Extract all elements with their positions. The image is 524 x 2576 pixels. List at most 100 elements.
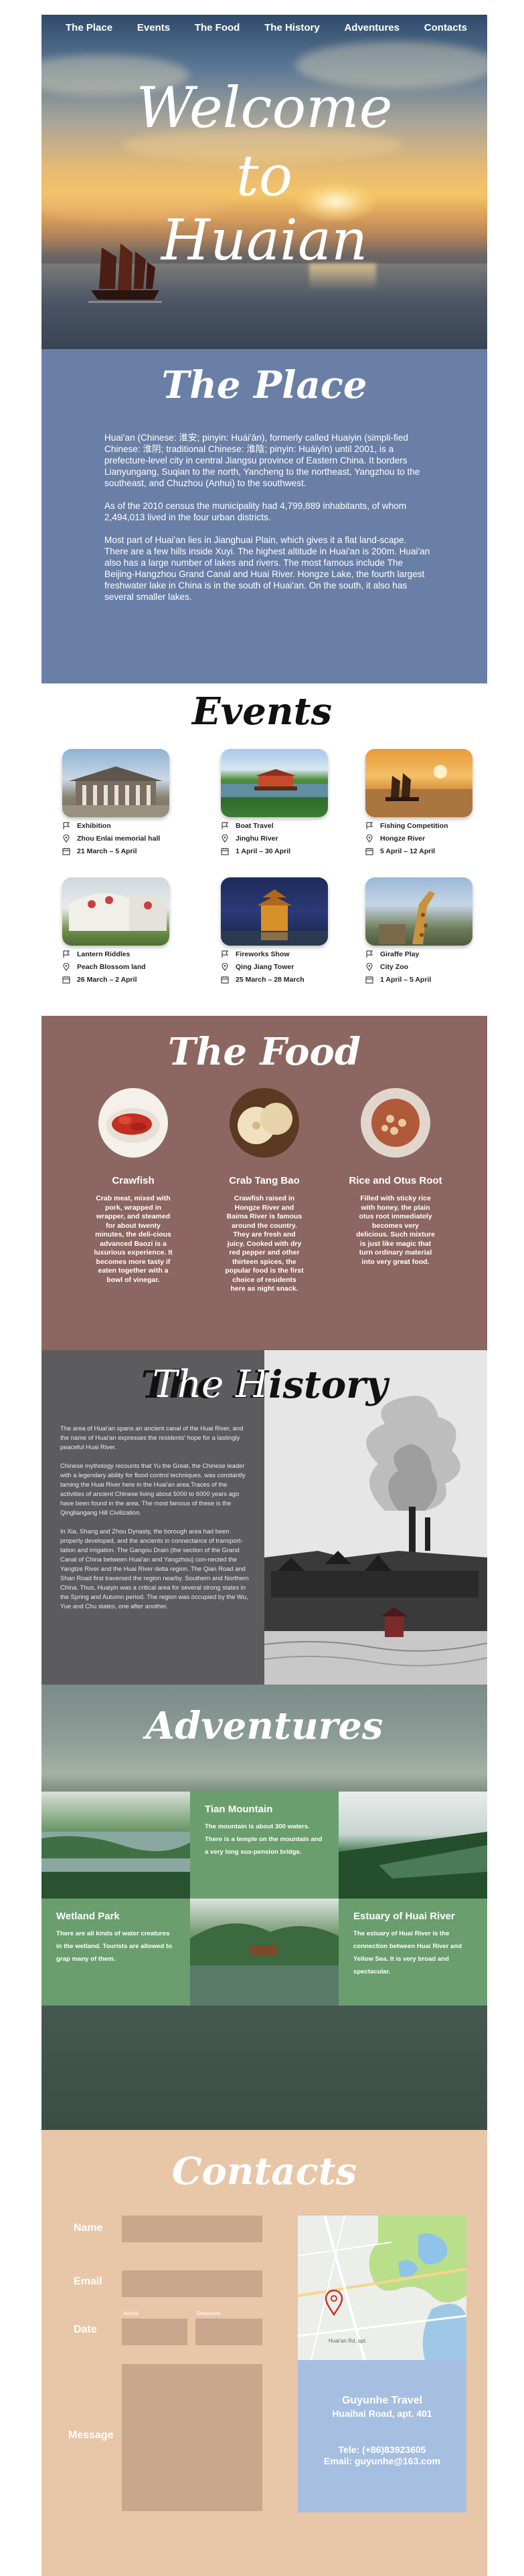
adventure-photo-estuary [339, 1792, 487, 1899]
location-pin-icon [366, 834, 373, 843]
the-place-text: Huai'an (Chinese: 淮安; pinyin: Huái'ān), … [104, 432, 432, 614]
event-place: Hongze River [380, 834, 426, 843]
arrival-date-input[interactable] [122, 2319, 187, 2345]
name-input[interactable] [122, 2216, 262, 2242]
event-card[interactable]: Lantern Riddles Peach Blossom land 26 Ma… [62, 877, 169, 984]
event-place-row: City Zoo [365, 962, 472, 971]
arrival-label: Arrival [123, 2311, 139, 2317]
events-title: Events [192, 689, 332, 734]
event-place: Peach Blossom land [77, 962, 146, 971]
departure-label: Departure [197, 2311, 221, 2317]
nav-item-the-food[interactable]: The Food [195, 22, 240, 33]
event-date: 21 March – 5 April [77, 847, 137, 855]
the-food-title: The Food [167, 1030, 361, 1074]
adventure-photo-wetland-lake [41, 1792, 190, 1899]
email-input[interactable] [122, 2270, 262, 2297]
departure-date-input[interactable] [195, 2319, 262, 2345]
company-email[interactable]: Email: guyunhe@163.com [298, 2456, 466, 2466]
junk-boat-illustration [88, 243, 162, 303]
adventure-tile-wetland-park[interactable]: Wetland Park There are all kinds of wate… [41, 1899, 190, 2006]
adventure-tile-estuary-of-huai-river[interactable]: Estuary of Huai River The estuary of Hua… [339, 1899, 487, 2006]
event-place: Zhou Enlai memorial hall [77, 834, 161, 843]
nav-item-the-history[interactable]: The History [264, 22, 320, 33]
the-history-section: The History The History The area of Huai… [41, 1350, 487, 1685]
the-place-section: The Place Huai'an (Chinese: 淮安; pinyin: … [41, 349, 487, 683]
the-history-paragraph: In Xia, Shang and Zhou Dynasty, the boro… [60, 1527, 249, 1610]
page: The Place Events The Food The History Ad… [0, 0, 524, 2576]
the-place-paragraph: Huai'an (Chinese: 淮安; pinyin: Huái'ān), … [104, 433, 420, 488]
adventure-name: Estuary of Huai River [353, 1911, 455, 1922]
adventure-tile-tian-mountain[interactable]: Tian Mountain The mountain is about 300 … [190, 1792, 339, 1899]
food-item: Crawfish Crab meat, mixed with pork, wra… [76, 1088, 190, 1285]
the-history-paragraph: Chinese mythology recounts that Yu the G… [60, 1462, 246, 1516]
company-phone[interactable]: Tele: (+86)83923605 [298, 2444, 466, 2455]
event-place-row: Zhou Enlai memorial hall [62, 834, 169, 843]
location-pin-icon [222, 962, 228, 971]
the-place-paragraph: Most part of Huai'an lies in Jianghuai P… [104, 535, 430, 602]
adventure-description: There are all kinds of water creatures i… [56, 1930, 173, 1963]
nav-item-contacts[interactable]: Contacts [424, 22, 467, 33]
event-card[interactable]: Giraffe Play City Zoo 1 April – 5 April [365, 877, 472, 984]
adventure-name: Wetland Park [56, 1911, 120, 1922]
event-card[interactable]: Fireworks Show Qing Jiang Tower 25 March… [221, 877, 328, 984]
event-date-row: 21 March – 5 April [62, 847, 169, 855]
location-map[interactable]: Huai'an Rd, apt. [298, 2216, 466, 2360]
adventures-section: Adventures Tian Mountain The mountain is… [41, 1685, 487, 2130]
date-label: Date [74, 2324, 97, 2335]
event-name: Giraffe Play [380, 950, 420, 958]
food-name: Crab Tang Bao [229, 1175, 300, 1186]
event-card[interactable]: Exhibition Zhou Enlai memorial hall 21 M… [62, 749, 169, 855]
food-name: Rice and Otus Root [349, 1175, 442, 1186]
event-name-row: Lantern Riddles [62, 950, 169, 958]
event-name: Fishing Competition [380, 821, 448, 830]
event-place-row: Qing Jiang Tower [221, 962, 328, 971]
event-card[interactable]: Fishing Competition Hongze River 5 April… [365, 749, 472, 855]
the-history-paragraph: The area of Huai'an spans an ancient can… [60, 1424, 244, 1451]
event-date-row: 26 March – 2 April [62, 975, 169, 984]
event-card[interactable]: Boat Travel Jinghu River 1 April – 30 Ap… [221, 749, 328, 855]
event-date-row: 1 April – 5 April [365, 975, 472, 984]
food-description: Crab meat, mixed with pork, wrapped in w… [94, 1194, 173, 1284]
adventure-description: The mountain is about 300 waters. There … [205, 1823, 323, 1856]
contacts-title: Contacts [171, 2149, 357, 2193]
event-image-exhibition [62, 749, 169, 817]
the-history-title-overlay: The History [41, 1364, 264, 1406]
event-place: Qing Jiang Tower [236, 962, 294, 971]
adventure-description: The estuary of Huai River is the connect… [353, 1930, 462, 1975]
event-image-giraffe-play [365, 877, 472, 946]
event-name: Fireworks Show [236, 950, 290, 958]
food-image-crawfish [98, 1088, 168, 1158]
event-date-row: 5 April – 12 April [365, 847, 472, 855]
the-place-title: The Place [161, 363, 367, 407]
address-card: Guyunhe Travel Huaihai Road, apt. 401 Te… [298, 2360, 466, 2512]
event-image-boat-travel [221, 749, 328, 817]
nav-item-events[interactable]: Events [137, 22, 170, 33]
event-image-fishing-competition [365, 749, 472, 817]
location-pin-icon [222, 834, 228, 843]
food-image-rice-and-otus-root [361, 1088, 430, 1158]
event-name: Lantern Riddles [77, 950, 130, 958]
food-image-crab-tang-bao [230, 1088, 299, 1158]
the-place-paragraph: As of the 2010 census the municipality h… [104, 501, 407, 522]
food-description: Filled with sticky rice with honey, the … [356, 1194, 435, 1266]
calendar-icon [221, 976, 229, 984]
flag-icon [222, 950, 229, 958]
event-name: Exhibition [77, 821, 111, 830]
hero-title-welcome: Welcome [136, 75, 393, 140]
hero-section: The Place Events The Food The History Ad… [41, 15, 487, 349]
message-textarea[interactable] [122, 2364, 262, 2511]
food-name: Crawfish [112, 1175, 155, 1186]
flag-icon [63, 950, 70, 958]
event-name-row: Exhibition [62, 821, 169, 830]
the-history-title-overlay-text: The History [152, 1364, 264, 1406]
flag-icon [366, 950, 373, 958]
message-label: Message [68, 2430, 114, 2441]
event-name-row: Giraffe Play [365, 950, 472, 958]
calendar-icon [365, 976, 373, 984]
event-date: 25 March – 28 March [236, 975, 304, 984]
event-date: 1 April – 5 April [380, 975, 432, 984]
nav-item-the-place[interactable]: The Place [66, 22, 112, 33]
nav-item-adventures[interactable]: Adventures [344, 22, 400, 33]
name-label: Name [74, 2222, 103, 2234]
flag-icon [222, 821, 229, 829]
